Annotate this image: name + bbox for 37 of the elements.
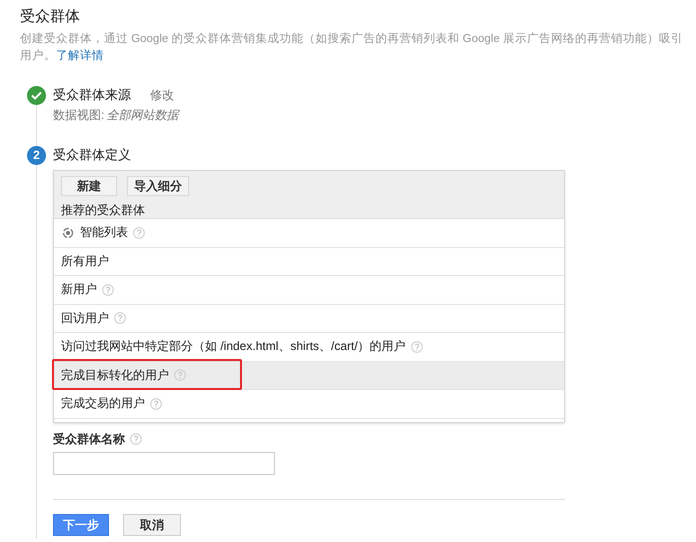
toolbar-button[interactable]: 导入细分 [127,176,189,196]
step-title: 受众群体来源 [53,86,131,104]
help-icon[interactable] [410,340,423,353]
list-header: 推荐的受众群体 [61,202,145,218]
help-icon[interactable] [174,369,186,382]
step-number: 2 [27,146,46,164]
audience-label: 回访用户 [61,310,109,327]
audience-row[interactable]: 新用户 [54,276,564,304]
help-icon[interactable] [114,312,126,324]
audience-row[interactable]: 所有用户 [54,248,564,276]
audience-label: 所有用户 [61,252,109,270]
audience-label: 完成交易的用户 [61,395,145,412]
smart-list-icon [62,226,74,239]
help-icon[interactable] [130,433,142,445]
cancel-button[interactable]: 取消 [123,514,181,536]
help-icon[interactable] [102,284,114,296]
audience-row[interactable]: 访问过我网站中特定部分（如 /index.html、shirts、/cart/）的用户 [54,333,564,362]
description: 创建受众群体，通过 Google 的受众群体营销集成功能（如搜索广告的再营销列表和 Google 展示广告网络的再营销功能）吸引用户。了解详情 [20,31,684,64]
step-title: 受众群体定义 [53,146,131,164]
name-input[interactable] [53,452,275,474]
help-icon[interactable] [150,398,162,410]
help-icon[interactable] [133,226,145,239]
edit-link[interactable]: 修改 [150,85,174,105]
audience-row[interactable]: 回访用户 [54,304,564,333]
learn-more-link[interactable]: 了解详情 [56,50,104,62]
toolbar-button[interactable]: 新建 [61,176,117,196]
audience-label: 完成目标转化的用户 [61,366,169,384]
audience-row[interactable]: 完成交易的用户 [54,390,564,418]
audience-row[interactable]: 智能列表 [54,219,564,248]
field-label: 受众群体名称 [53,430,125,448]
audience-label: 新用户 [61,281,97,298]
detail-label: 数据视图: [53,107,104,124]
audience-row[interactable]: 完成目标转化的用户 [54,362,564,390]
audience-label: 智能列表 [80,224,128,242]
page-title: 受众群体 [20,7,81,27]
detail-value: 全部网站数据 [106,107,178,124]
audience-label: 访问过我网站中特定部分（如 /index.html、shirts、/cart/）的用户 [61,338,406,356]
